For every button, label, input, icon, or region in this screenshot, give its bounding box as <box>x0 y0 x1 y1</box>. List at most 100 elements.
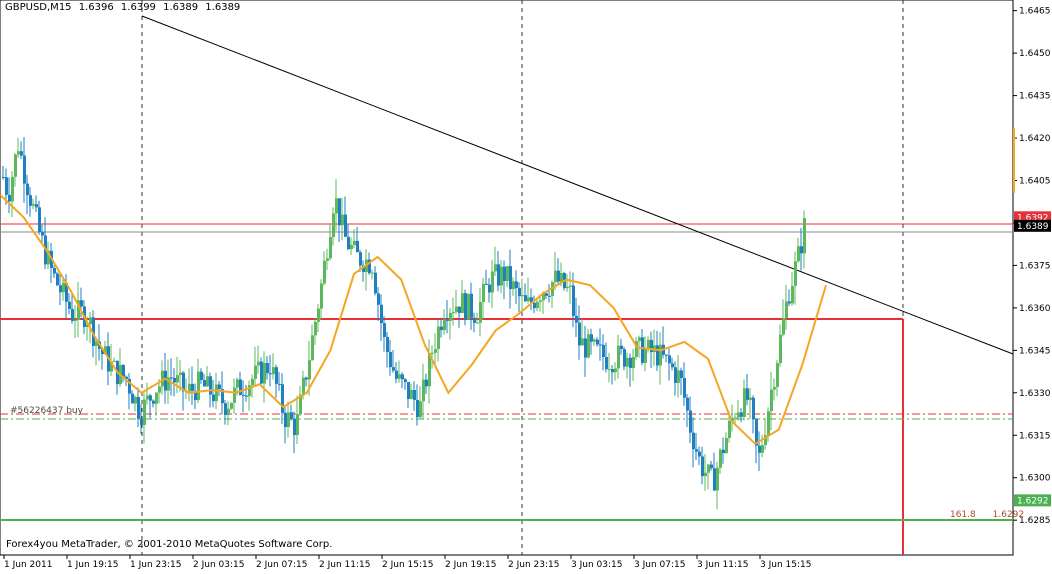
candle-body <box>728 420 731 438</box>
candle-body <box>575 315 578 323</box>
candle-body <box>659 344 662 366</box>
candle-body <box>38 207 41 232</box>
candle-body <box>518 287 521 297</box>
candle-body <box>350 244 353 250</box>
x-tick-label: 3 Jun 15:15 <box>760 560 811 570</box>
candle-body <box>311 335 314 361</box>
candle-body <box>164 370 167 391</box>
candle-body <box>122 365 125 377</box>
candle-body <box>782 317 785 335</box>
candle-body <box>329 237 332 259</box>
low-price: 1.6389 <box>163 2 199 13</box>
candle-body <box>149 395 152 401</box>
y-tick-label: 1.6405 <box>1019 177 1051 187</box>
candle-body <box>644 348 647 363</box>
candle-body <box>398 374 401 379</box>
y-tick-label: 1.6330 <box>1019 389 1051 399</box>
candle-body <box>374 272 377 294</box>
candle-body <box>395 370 398 379</box>
copyright-text: Forex4you MetaTrader, © 2001-2010 MetaQu… <box>6 539 333 550</box>
candle-body <box>641 337 644 363</box>
candle-body <box>677 370 680 383</box>
candle-body <box>266 363 269 374</box>
y-tick-label: 1.6315 <box>1019 431 1051 441</box>
candle-body <box>212 394 215 402</box>
candle-body <box>11 176 14 202</box>
candle-body <box>137 396 140 419</box>
candle-body <box>710 464 713 469</box>
candle-body <box>698 451 701 457</box>
candle-body <box>503 266 506 282</box>
y-tick-label: 1.6450 <box>1019 49 1051 59</box>
candle-body <box>176 375 179 383</box>
candle-body <box>143 399 146 425</box>
chart-header: GBPUSD,M15 1.6396 1.6399 1.6389 1.6389 <box>5 2 244 13</box>
candle-body <box>638 337 641 342</box>
candle-body <box>437 326 440 350</box>
candle-body <box>794 261 797 286</box>
candle-body <box>632 356 635 368</box>
candle-body <box>587 334 590 358</box>
x-tick-label: 1 Jun 2011 <box>4 560 52 570</box>
candle-body <box>680 370 683 379</box>
x-tick-label: 3 Jun 03:15 <box>571 560 622 570</box>
candle-body <box>356 240 359 253</box>
candle-body <box>224 403 227 416</box>
candle-body <box>251 378 254 386</box>
candle-body <box>290 412 293 419</box>
candle-body <box>155 392 158 404</box>
symbol-label: GBPUSD,M15 <box>5 2 72 13</box>
candle-body <box>293 418 296 436</box>
candle-body <box>656 345 659 366</box>
candle-body <box>173 378 176 383</box>
candle-body <box>713 468 716 491</box>
candle-body <box>779 334 782 364</box>
x-tick-label: 2 Jun 15:15 <box>382 560 433 570</box>
candle-body <box>56 273 59 286</box>
candle-body <box>611 369 614 373</box>
candle-body <box>545 293 548 296</box>
candle-body <box>407 381 410 399</box>
candle-body <box>458 306 461 313</box>
fib-label: 161.8 1.6292 <box>950 510 1038 520</box>
x-tick-label: 2 Jun 03:15 <box>193 560 244 570</box>
candle-body <box>740 412 743 417</box>
y-tick-label: 1.6345 <box>1019 346 1051 356</box>
candle-body <box>791 285 794 304</box>
candle-body <box>584 338 587 358</box>
candle-body <box>761 445 764 453</box>
candle-body <box>260 361 263 384</box>
y-tick-label: 1.6300 <box>1019 474 1051 484</box>
candle-body <box>422 379 425 402</box>
candle-body <box>5 177 8 195</box>
candle-body <box>380 304 383 324</box>
candle-body <box>512 281 515 290</box>
candle-body <box>734 417 737 419</box>
fib-level: 161.8 <box>950 510 976 520</box>
candle-body <box>800 246 803 254</box>
candle-body <box>689 410 692 433</box>
candle-body <box>506 266 509 282</box>
candle-body <box>467 293 470 320</box>
price-chart-svg[interactable]: 1.64651.64501.64351.64201.64051.63901.63… <box>0 0 1052 570</box>
candle-body <box>797 246 800 262</box>
candle-body <box>146 395 149 400</box>
candle-body <box>527 297 530 302</box>
close-price: 1.6389 <box>205 2 241 13</box>
candle-body <box>494 264 497 272</box>
candle-body <box>386 336 389 353</box>
candle-body <box>566 286 569 289</box>
candle-body <box>227 408 230 416</box>
price-marker-label: 1.6292 <box>1017 496 1049 506</box>
candle-body <box>749 397 752 400</box>
candle-body <box>803 218 806 254</box>
x-axis: 1 Jun 2011 1 Jun 19:15 1 Jun 23:15 2 Jun 03… <box>3 555 811 570</box>
candle-body <box>770 389 773 412</box>
candle-body <box>257 361 260 366</box>
trendline[interactable] <box>141 15 1014 355</box>
candle-body <box>242 394 245 396</box>
candle-body <box>620 345 623 350</box>
fib-price: 1.6292 <box>992 510 1025 520</box>
candle-body <box>62 282 65 293</box>
candle-body <box>524 295 527 302</box>
